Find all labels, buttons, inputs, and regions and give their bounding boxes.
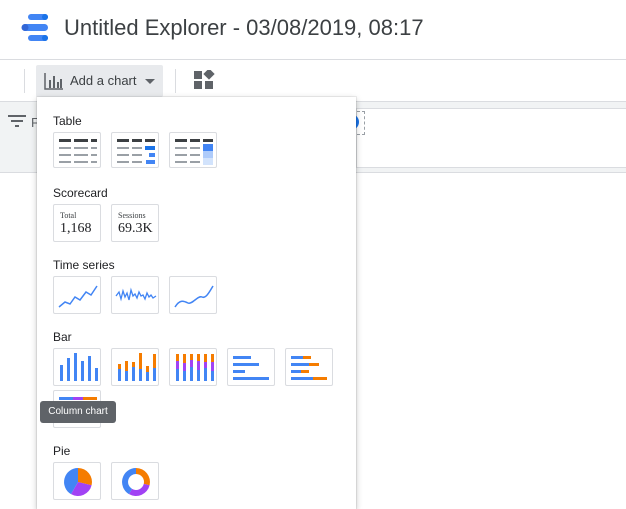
report-title[interactable]: Untitled Explorer - 03/08/2019, 08:17	[64, 15, 424, 41]
add-chart-menu: Table Scorecard Total 1,168 Sessions 69.…	[37, 97, 356, 509]
time-series-option[interactable]	[53, 276, 101, 314]
stacked-bar-option[interactable]	[285, 348, 333, 386]
add-chart-button[interactable]: Add a chart	[36, 65, 163, 97]
scorecard-compact-option[interactable]: Sessions 69.3K	[111, 204, 159, 242]
scorecard-label: Total	[60, 211, 77, 220]
scorecard-option[interactable]: Total 1,168	[53, 204, 101, 242]
section-title-time-series: Time series	[53, 258, 115, 272]
stacked-column-icon	[118, 353, 156, 381]
time-series-line-icon	[58, 285, 98, 308]
scorecard-label: Sessions	[118, 211, 146, 220]
table-heatmap-icon	[175, 139, 213, 165]
add-control-icon[interactable]	[193, 70, 215, 90]
pie-chart-option[interactable]	[53, 462, 101, 500]
add-chart-label: Add a chart	[70, 73, 137, 88]
filter-icon[interactable]	[8, 114, 26, 128]
toolbar-divider	[24, 69, 25, 93]
sparkline-icon	[115, 287, 157, 302]
sparkline-option[interactable]	[111, 276, 159, 314]
table-bars-icon	[117, 139, 155, 164]
table-with-bars-option[interactable]	[111, 132, 159, 168]
percent-stacked-column-icon	[176, 354, 214, 381]
toolbar: Add a chart	[0, 60, 626, 102]
scorecard-value: 69.3K	[118, 221, 153, 236]
table-heatmap-option[interactable]	[169, 132, 217, 168]
smoothed-time-series-option[interactable]	[169, 276, 217, 314]
bar-chart-icon	[44, 73, 63, 90]
column-chart-icon	[60, 353, 98, 381]
section-title-scorecard: Scorecard	[53, 186, 108, 200]
donut-chart-icon	[122, 468, 150, 496]
section-title-bar: Bar	[53, 330, 72, 344]
scorecard-value: 1,168	[60, 221, 92, 236]
bar-chart-option[interactable]	[227, 348, 275, 386]
donut-chart-option[interactable]	[111, 462, 159, 500]
table-chart-option[interactable]	[53, 132, 101, 168]
table-icon	[59, 139, 97, 163]
toolbar-divider	[175, 69, 176, 93]
stacked-column-option[interactable]	[111, 348, 159, 386]
section-title-table: Table	[53, 114, 82, 128]
stacked-bar-icon	[291, 356, 327, 380]
smooth-line-icon	[174, 285, 214, 308]
section-title-pie: Pie	[53, 444, 71, 458]
100-percent-stacked-column-option[interactable]	[169, 348, 217, 386]
app-header: Untitled Explorer - 03/08/2019, 08:17	[0, 0, 626, 60]
dropdown-arrow-icon	[145, 79, 155, 84]
horizontal-bar-icon	[233, 356, 269, 380]
column-chart-tooltip: Column chart	[40, 401, 116, 423]
column-chart-option[interactable]	[53, 348, 101, 386]
pie-chart-icon	[64, 468, 92, 496]
data-studio-logo-icon[interactable]	[20, 13, 52, 43]
canvas-chart-card[interactable]	[356, 108, 626, 168]
